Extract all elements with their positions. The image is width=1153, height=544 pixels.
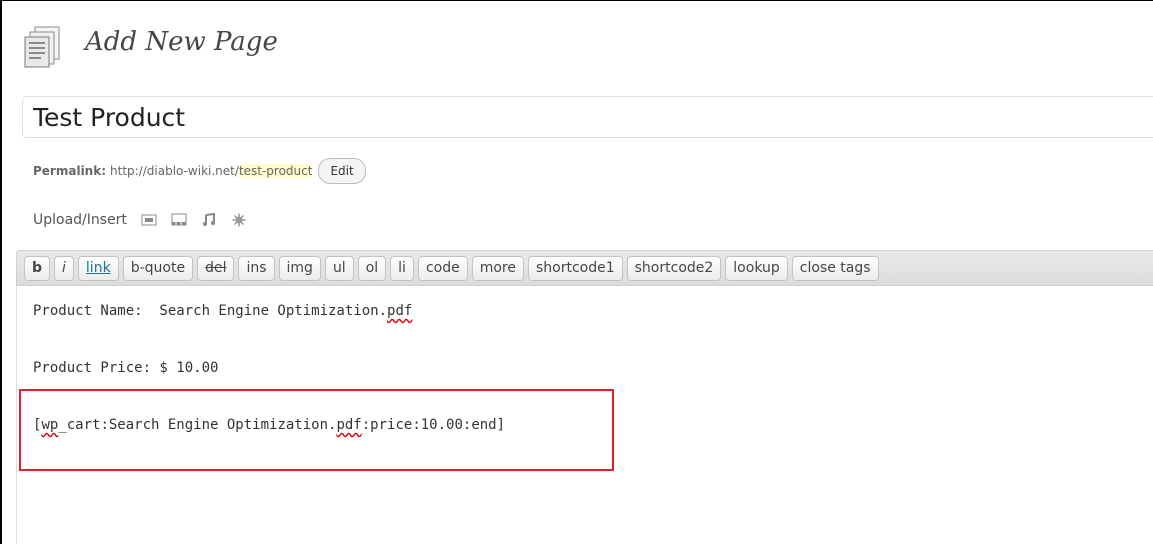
editor-line-product-name: Product Name: Search Engine Optimization… <box>33 303 412 319</box>
add-audio-icon[interactable] <box>201 213 217 227</box>
qt-li-button[interactable]: li <box>390 255 414 281</box>
add-image-icon[interactable] <box>141 213 157 227</box>
qt-shortcode2-button[interactable]: shortcode2 <box>626 255 722 281</box>
qt-shortcode1-button[interactable]: shortcode1 <box>527 255 623 281</box>
qt-del-button[interactable]: del <box>197 255 235 281</box>
upload-insert-label: Upload/Insert <box>33 212 127 228</box>
permalink-slug[interactable]: test-product <box>238 164 313 178</box>
spellcheck-word: pdf <box>387 303 413 319</box>
qt-more-button[interactable]: more <box>471 255 524 281</box>
edit-permalink-button[interactable]: Edit <box>318 158 366 184</box>
add-media-icon[interactable] <box>231 213 247 227</box>
page-icon <box>24 26 60 68</box>
permalink-label: Permalink: <box>33 164 107 178</box>
qt-code-button[interactable]: code <box>417 255 468 281</box>
qt-link-button[interactable]: link <box>77 255 119 281</box>
qt-lookup-button[interactable]: lookup <box>725 255 788 281</box>
qt-img-button[interactable]: img <box>278 255 321 281</box>
qt-bold-button[interactable]: b <box>24 255 51 281</box>
permalink-base-url: http://diablo-wiki.net/ <box>110 164 239 178</box>
quicktags-toolbar: b i link b-quote del ins img ul ol li co… <box>16 250 1153 286</box>
page-title: Add New Page <box>85 27 278 57</box>
qt-ul-button[interactable]: ul <box>324 255 354 281</box>
product-name-text: Product Name: Search Engine Optimization… <box>33 303 388 319</box>
editor-line-product-price: Product Price: $ 10.00 <box>33 360 219 376</box>
qt-ins-button[interactable]: ins <box>238 255 275 281</box>
qt-italic-button[interactable]: i <box>54 255 74 281</box>
add-video-icon[interactable] <box>171 213 187 227</box>
highlight-annotation-box <box>19 389 614 471</box>
qt-ol-button[interactable]: ol <box>357 255 387 281</box>
permalink-row: Permalink: http://diablo-wiki.net/test-p… <box>33 158 366 184</box>
qt-blockquote-button[interactable]: b-quote <box>122 255 194 281</box>
upload-insert-bar: Upload/Insert <box>33 212 247 228</box>
qt-close-tags-button[interactable]: close tags <box>791 255 879 281</box>
post-title-input[interactable] <box>22 96 1153 138</box>
permalink-url: http://diablo-wiki.net/test-product <box>110 164 313 178</box>
